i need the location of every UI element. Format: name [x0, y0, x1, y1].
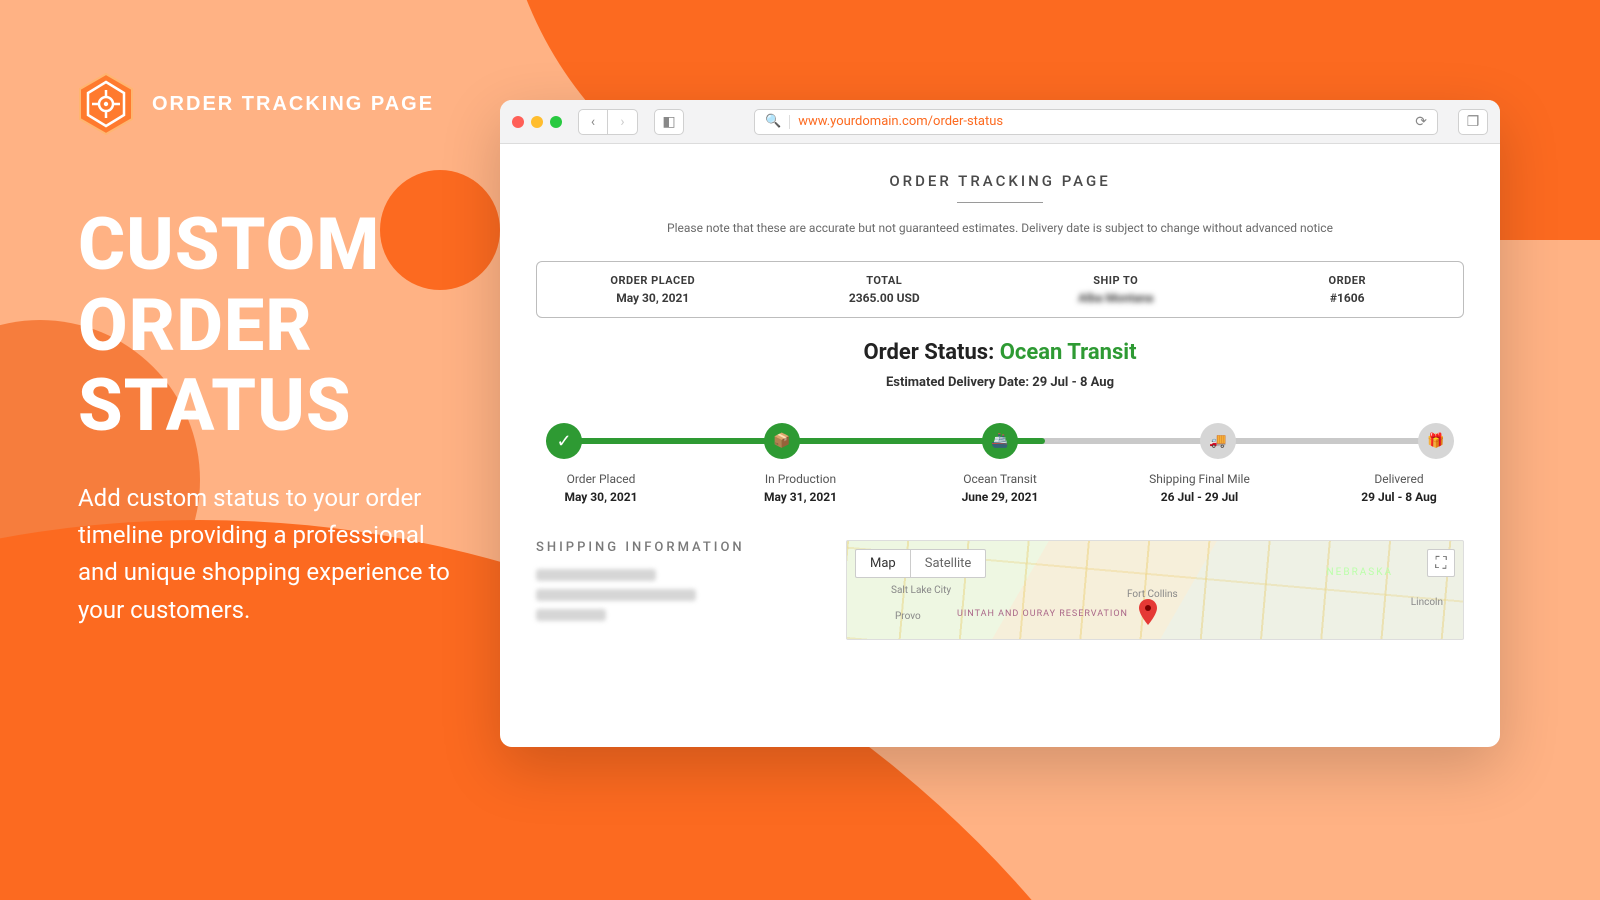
ship-icon: 🚢 [991, 433, 1008, 449]
timeline-node-2: 🚢 [982, 423, 1018, 459]
gift-icon: 🎁 [1427, 433, 1444, 449]
timeline-step-labels: Order Placed May 30, 2021 In Production May… [546, 472, 1454, 504]
reload-icon[interactable]: ⟳ [1415, 114, 1427, 130]
estimated-delivery: Estimated Delivery Date: 29 Jul - 8 Aug [536, 375, 1464, 390]
promo-headline: CUSTOM ORDER STATUS [78, 205, 380, 447]
summary-total: TOTAL 2365.00 USD [769, 274, 1001, 305]
timeline-step-4: Delivered 29 Jul - 8 Aug [1344, 472, 1454, 504]
timeline-step-1: In Production May 31, 2021 [746, 472, 856, 504]
timeline-nodes: ✓ 📦 🚢 🚚 🎁 [546, 420, 1454, 462]
status-label: Order Status: [863, 340, 999, 365]
lower-section: SHIPPING INFORMATION Map Satellite ⛶ Ogd… [536, 540, 1464, 640]
summary-ship-to: SHIP TO Alba Montana [1000, 274, 1232, 305]
step-name: In Production [746, 472, 856, 486]
title-rule [957, 202, 1043, 203]
map-label: NEBRASKA [1327, 567, 1393, 578]
step-date: June 29, 2021 [945, 490, 1055, 504]
edd-label: Estimated Delivery Date: [886, 375, 1032, 390]
check-icon: ✓ [556, 431, 571, 452]
timeline-node-0: ✓ [546, 423, 582, 459]
summary-label: ORDER PLACED [537, 274, 769, 287]
timeline-node-4: 🎁 [1418, 423, 1454, 459]
summary-order-number: ORDER #1606 [1232, 274, 1464, 305]
step-name: Order Placed [546, 472, 656, 486]
tabs-button[interactable]: ❐ [1458, 109, 1488, 135]
redacted-line [536, 569, 656, 581]
step-name: Ocean Transit [945, 472, 1055, 486]
brand-logo-text: ORDER TRACKING PAGE [152, 93, 434, 116]
summary-value-redacted: Alba Montana [1000, 291, 1232, 305]
address-bar[interactable]: 🔍 www.yourdomain.com/order-status ⟳ [754, 109, 1438, 135]
map-label: Salt Lake City [891, 585, 951, 596]
browser-chrome: ‹ › ◧ 🔍 www.yourdomain.com/order-status … [500, 100, 1500, 144]
close-window-button[interactable] [512, 116, 524, 128]
status-value: Ocean Transit [1000, 340, 1137, 365]
window-controls [512, 116, 562, 128]
summary-label: SHIP TO [1000, 274, 1232, 287]
nav-buttons: ‹ › [578, 109, 638, 135]
summary-order-placed: ORDER PLACED May 30, 2021 [537, 274, 769, 305]
map-label: UINTAH AND OURAY RESERVATION [957, 609, 1128, 619]
headline-line: CUSTOM [78, 205, 380, 286]
timeline-step-2: Ocean Transit June 29, 2021 [945, 472, 1055, 504]
maximize-window-button[interactable] [550, 116, 562, 128]
back-button[interactable]: ‹ [578, 109, 608, 135]
map-type-toggle: Map Satellite [855, 549, 986, 578]
separator [789, 115, 790, 129]
redacted-line [536, 589, 696, 601]
map-label: Provo [895, 611, 921, 622]
marketing-stage: ORDER TRACKING PAGE CUSTOM ORDER STATUS … [0, 0, 1600, 900]
page-content: ORDER TRACKING PAGE Please note that the… [500, 144, 1500, 747]
tabs-icon: ❐ [1467, 114, 1480, 130]
timeline-node-1: 📦 [764, 423, 800, 459]
search-icon: 🔍 [765, 114, 781, 129]
step-date: May 30, 2021 [546, 490, 656, 504]
shipping-heading: SHIPPING INFORMATION [536, 540, 816, 555]
summary-label: ORDER [1232, 274, 1464, 287]
chevron-right-icon: › [620, 114, 624, 130]
step-date: 26 Jul - 29 Jul [1145, 490, 1255, 504]
redacted-line [536, 609, 606, 621]
order-status-line: Order Status: Ocean Transit [536, 340, 1464, 365]
brand-logo: ORDER TRACKING PAGE [78, 72, 434, 136]
map-widget[interactable]: Map Satellite ⛶ Ogden Salt Lake City Pro… [846, 540, 1464, 640]
chevron-left-icon: ‹ [591, 114, 595, 130]
shipping-info: SHIPPING INFORMATION [536, 540, 816, 640]
map-fullscreen-button[interactable]: ⛶ [1427, 549, 1455, 577]
browser-window: ‹ › ◧ 🔍 www.yourdomain.com/order-status … [500, 100, 1500, 747]
step-date: May 31, 2021 [746, 490, 856, 504]
box-icon: 📦 [773, 433, 790, 449]
status-timeline: ✓ 📦 🚢 🚚 🎁 [546, 420, 1454, 462]
summary-value: #1606 [1232, 291, 1464, 305]
step-name: Shipping Final Mile [1145, 472, 1255, 486]
edd-value: 29 Jul - 8 Aug [1032, 375, 1114, 390]
fullscreen-icon: ⛶ [1435, 553, 1446, 573]
summary-value: May 30, 2021 [537, 291, 769, 305]
promo-body-text: Add custom status to your order timeline… [78, 480, 458, 629]
headline-line: STATUS [78, 366, 380, 447]
summary-value: 2365.00 USD [769, 291, 1001, 305]
map-tab-map[interactable]: Map [856, 550, 910, 577]
truck-icon: 🚚 [1209, 433, 1226, 449]
url-text: www.yourdomain.com/order-status [798, 114, 1407, 129]
timeline-step-0: Order Placed May 30, 2021 [546, 472, 656, 504]
forward-button[interactable]: › [608, 109, 638, 135]
step-date: 29 Jul - 8 Aug [1344, 490, 1454, 504]
timeline-step-3: Shipping Final Mile 26 Jul - 29 Jul [1145, 472, 1255, 504]
panel-icon: ◧ [662, 114, 675, 130]
headline-line: ORDER [78, 286, 380, 367]
disclaimer-text: Please note that these are accurate but … [536, 221, 1464, 235]
brand-hex-icon [78, 72, 134, 136]
map-pin-icon [1139, 599, 1157, 625]
order-summary-box: ORDER PLACED May 30, 2021 TOTAL 2365.00 … [536, 261, 1464, 318]
page-title: ORDER TRACKING PAGE [536, 172, 1464, 190]
bg-blob-small [380, 170, 500, 290]
sidebar-toggle-button[interactable]: ◧ [654, 109, 684, 135]
summary-label: TOTAL [769, 274, 1001, 287]
map-label: Lincoln [1411, 597, 1443, 608]
minimize-window-button[interactable] [531, 116, 543, 128]
map-tab-satellite[interactable]: Satellite [910, 550, 986, 577]
timeline-node-3: 🚚 [1200, 423, 1236, 459]
step-name: Delivered [1344, 472, 1454, 486]
